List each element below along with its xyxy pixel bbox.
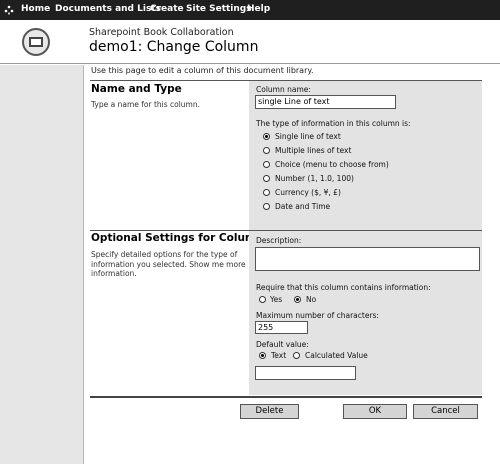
page-title: demo1: Change Column — [89, 39, 259, 55]
intro-text: Use this page to edit a column of this d… — [91, 66, 314, 75]
name-and-type-description: Type a name for this column. — [91, 100, 201, 109]
optional-settings-title: Optional Settings for Column — [91, 232, 264, 244]
default-value-input[interactable] — [255, 366, 356, 380]
type-option-label: Single line of text — [275, 132, 341, 141]
max-characters-input[interactable]: 255 — [255, 321, 308, 334]
type-of-information-label: The type of information in this column i… — [256, 119, 411, 128]
type-option-label: Multiple lines of text — [275, 146, 352, 155]
radio-currency[interactable] — [263, 189, 270, 196]
require-information-label: Require that this column contains inform… — [256, 283, 431, 292]
column-name-label: Column name: — [256, 85, 311, 94]
site-name: Sharepoint Book Collaboration — [89, 27, 234, 38]
max-characters-label: Maximum number of characters: — [256, 311, 379, 320]
nav-help-link[interactable]: Help — [247, 4, 270, 14]
cancel-button[interactable]: Cancel — [413, 404, 478, 419]
radio-require-yes[interactable] — [259, 296, 266, 303]
type-option-label: Number (1, 1.0, 100) — [275, 174, 354, 183]
radio-date-time[interactable] — [263, 203, 270, 210]
radio-choice[interactable] — [263, 161, 270, 168]
description-label: Description: — [256, 236, 302, 245]
page-header: Sharepoint Book Collaboration demo1: Cha… — [0, 20, 500, 64]
radio-number[interactable] — [263, 175, 270, 182]
radio-single-line[interactable] — [263, 133, 270, 140]
sharepoint-logo-icon — [4, 5, 14, 15]
radio-multiple-lines[interactable] — [263, 147, 270, 154]
name-and-type-title: Name and Type — [91, 83, 182, 95]
left-nav-panel — [0, 65, 84, 464]
type-option-label: Currency ($, ¥, £) — [275, 188, 341, 197]
column-name-input[interactable]: single Line of text — [255, 95, 396, 109]
require-yes-label: Yes — [270, 295, 283, 304]
type-option-label: Date and Time — [275, 202, 331, 211]
default-text-label: Text — [271, 351, 287, 360]
nav-home-link[interactable]: Home — [21, 4, 50, 14]
require-no-label: No — [306, 295, 317, 304]
radio-require-no[interactable] — [294, 296, 301, 303]
top-nav-bar: Home Documents and Lists Create Site Set… — [0, 0, 500, 20]
nav-documents-and-lists-link[interactable]: Documents and Lists — [55, 4, 161, 14]
optional-settings-description: Specify detailed options for the type of… — [91, 250, 246, 278]
description-textarea[interactable] — [255, 247, 480, 271]
radio-default-text[interactable] — [259, 352, 266, 359]
document-library-icon — [22, 28, 50, 56]
default-calculated-label: Calculated Value — [305, 351, 368, 360]
delete-button[interactable]: Delete — [240, 404, 299, 419]
type-option-label: Choice (menu to choose from) — [275, 160, 389, 169]
nav-site-settings-link[interactable]: Site Settings — [186, 4, 252, 14]
ok-button[interactable]: OK — [343, 404, 407, 419]
form-bottom-divider — [90, 396, 482, 398]
default-value-label: Default value: — [256, 340, 309, 349]
nav-create-link[interactable]: Create — [150, 4, 184, 14]
radio-default-calculated[interactable] — [293, 352, 300, 359]
